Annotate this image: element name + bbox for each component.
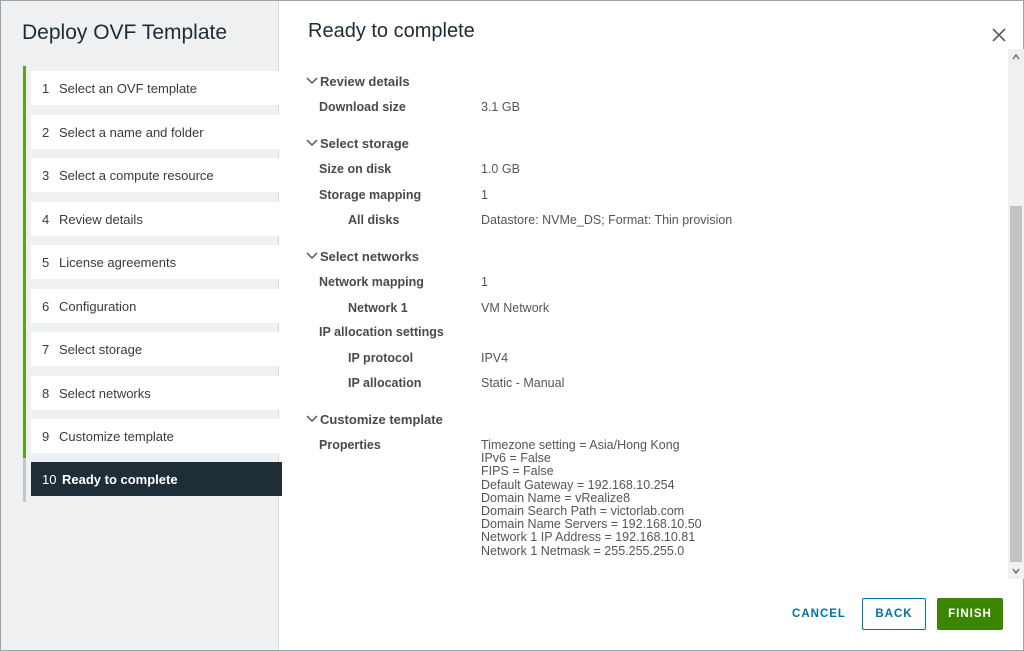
step-label: Select networks	[59, 385, 151, 401]
step-number: 8	[42, 385, 50, 401]
deploy-ovf-dialog: Deploy OVF Template 1 Select an OVF temp…	[0, 0, 1024, 651]
chevron-down-icon	[306, 77, 318, 85]
section-heading: Select storage	[320, 135, 409, 151]
step-label: Select storage	[59, 341, 143, 357]
wizard-steps: 1 Select an OVF template 2 Select a name…	[23, 66, 282, 502]
ip-allocation-label: IP allocation	[348, 376, 422, 390]
ip-protocol-label: IP protocol	[348, 351, 414, 365]
step-customize-template[interactable]: 9 Customize template	[31, 419, 282, 453]
step-license-agreements[interactable]: 5 License agreements	[31, 245, 282, 279]
wizard-title: Deploy OVF Template	[22, 21, 228, 44]
step-number: 6	[42, 298, 50, 314]
property-item: Default Gateway = 192.168.10.254	[481, 477, 675, 492]
step-label: Customize template	[59, 428, 174, 444]
section-review-details[interactable]: Review details	[304, 73, 410, 89]
property-item: Network 1 Netmask = 255.255.255.0	[481, 543, 685, 558]
step-label: Review details	[59, 211, 143, 227]
chevron-down-icon	[306, 252, 318, 260]
size-on-disk-value: 1.0 GB	[481, 162, 520, 176]
size-on-disk-label: Size on disk	[319, 162, 392, 176]
vertical-scrollbar[interactable]	[1008, 49, 1024, 579]
step-number: 1	[42, 80, 50, 96]
step-track-end	[23, 458, 26, 502]
step-number: 10	[42, 471, 57, 487]
step-number: 7	[42, 341, 50, 357]
scroll-up-button[interactable]	[1008, 49, 1024, 65]
chevron-down-icon	[306, 139, 318, 147]
section-heading: Select networks	[320, 248, 419, 264]
page-title: Ready to complete	[308, 20, 475, 42]
network1-label: Network 1	[348, 301, 408, 315]
close-button[interactable]	[987, 23, 1011, 47]
ip-allocation-settings-label: IP allocation settings	[319, 325, 444, 339]
network1-value: VM Network	[481, 301, 550, 315]
ip-allocation-value: Static - Manual	[481, 376, 565, 390]
download-size-value: 3.1 GB	[481, 100, 520, 114]
section-heading: Customize template	[320, 411, 443, 427]
step-select-storage[interactable]: 7 Select storage	[31, 332, 282, 366]
main-panel: Ready to complete Review details Downloa…	[280, 1, 1024, 650]
section-select-storage[interactable]: Select storage	[304, 135, 409, 151]
section-customize-template[interactable]: Customize template	[304, 411, 443, 427]
property-item: Network 1 IP Address = 192.168.10.81	[481, 530, 696, 545]
step-label: Select a name and folder	[59, 124, 204, 140]
step-label: Ready to complete	[62, 471, 178, 487]
properties-list: Timezone setting = Asia/Hong Kong IPv6 =…	[481, 438, 702, 558]
step-select-ovf-template[interactable]: 1 Select an OVF template	[31, 71, 282, 105]
scrollbar-thumb[interactable]	[1010, 206, 1022, 562]
step-select-compute-resource[interactable]: 3 Select a compute resource	[31, 158, 282, 192]
review-scroll-area[interactable]: Review details Download size 3.1 GB Sele…	[280, 63, 1024, 578]
download-size-label: Download size	[319, 100, 406, 114]
step-number: 2	[42, 124, 50, 140]
network-mapping-value: 1	[481, 275, 488, 289]
ip-protocol-value: IPV4	[481, 351, 509, 365]
back-button[interactable]: BACK	[862, 598, 926, 630]
step-ready-to-complete[interactable]: 10 Ready to complete	[31, 462, 282, 496]
property-item: FIPS = False	[481, 464, 554, 479]
step-number: 5	[42, 254, 50, 270]
close-icon	[992, 28, 1006, 42]
properties-label: Properties	[319, 438, 381, 452]
storage-mapping-value: 1	[481, 188, 488, 202]
step-label: Select an OVF template	[59, 80, 198, 96]
step-number: 3	[42, 167, 50, 183]
network-mapping-label: Network mapping	[319, 275, 424, 289]
chevron-down-icon	[1012, 568, 1020, 575]
step-number: 9	[42, 428, 50, 444]
section-heading: Review details	[320, 73, 410, 89]
wizard-sidebar: Deploy OVF Template 1 Select an OVF temp…	[1, 1, 282, 650]
finish-button[interactable]: FINISH	[937, 598, 1003, 630]
cancel-button[interactable]: CANCEL	[785, 598, 853, 630]
section-select-networks[interactable]: Select networks	[304, 248, 419, 264]
step-number: 4	[42, 211, 50, 227]
step-label: Configuration	[59, 298, 137, 314]
step-label: License agreements	[59, 254, 177, 270]
step-select-networks[interactable]: 8 Select networks	[31, 376, 282, 410]
all-disks-value: Datastore: NVMe_DS; Format: Thin provisi…	[481, 213, 733, 227]
chevron-up-icon	[1012, 53, 1020, 60]
storage-mapping-label: Storage mapping	[319, 188, 422, 202]
step-label: Select a compute resource	[59, 167, 214, 183]
step-review-details[interactable]: 4 Review details	[31, 202, 282, 236]
all-disks-label: All disks	[348, 213, 400, 227]
step-select-name-folder[interactable]: 2 Select a name and folder	[31, 115, 282, 149]
step-configuration[interactable]: 6 Configuration	[31, 289, 282, 323]
scroll-down-button[interactable]	[1008, 563, 1024, 579]
chevron-down-icon	[306, 415, 318, 423]
